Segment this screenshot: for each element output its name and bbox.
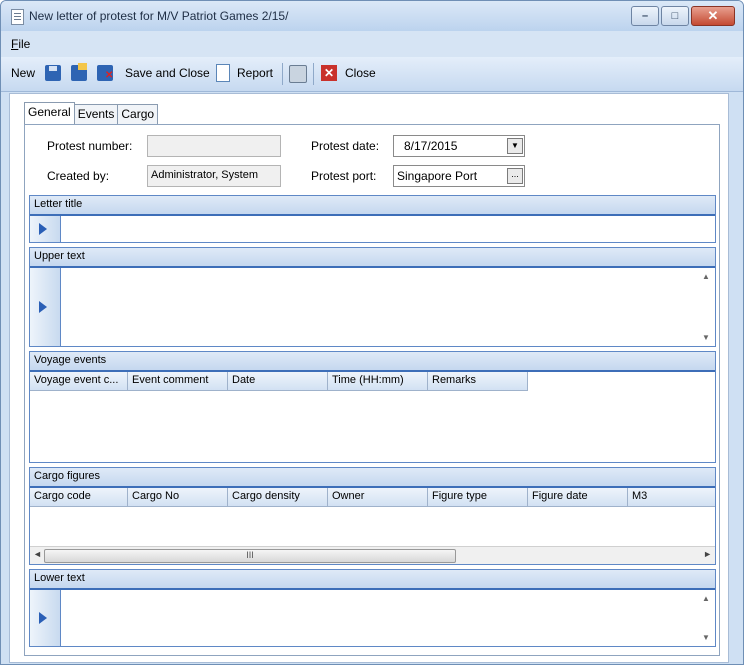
scroll-up-icon[interactable]: ▲ [702, 594, 710, 603]
lower-text-heading: Lower text [34, 572, 85, 584]
column-voyage-event-code[interactable]: Voyage event c... [30, 372, 128, 390]
minimize-icon: – [641, 10, 649, 22]
column-figure-type[interactable]: Figure type [428, 488, 528, 506]
window-title: New letter of protest for M/V Patriot Ga… [29, 9, 289, 23]
lower-text-scrollbar[interactable]: ▲ ▼ [698, 592, 715, 644]
voyage-events-section: Voyage events Voyage event c... Event co… [29, 351, 716, 463]
column-owner[interactable]: Owner [328, 488, 428, 506]
letter-title-header: Letter title [30, 196, 715, 216]
created-by-value: Administrator, System [151, 169, 258, 181]
maximize-icon: □ [671, 10, 679, 22]
lower-text-header: Lower text [30, 570, 715, 590]
tab-strip: General Events Cargo [24, 102, 159, 125]
voyage-events-heading: Voyage events [34, 354, 107, 366]
document-icon [11, 9, 24, 25]
form-client-area: General Events Cargo Protest number: Cre… [9, 93, 729, 663]
column-cargo-code[interactable]: Cargo code [30, 488, 128, 506]
minimize-button[interactable]: – [631, 6, 659, 26]
close-red-icon[interactable]: ✕ [321, 65, 337, 81]
cargo-figures-section: Cargo figures Cargo code Cargo No Cargo … [29, 467, 716, 565]
browse-ellipsis-button[interactable]: ... [507, 168, 523, 184]
arrow-right-icon [39, 612, 47, 624]
general-tab-page: Protest number: Created by: Administrato… [24, 124, 720, 656]
voyage-events-column-headers: Voyage event c... Event comment Date Tim… [30, 372, 528, 391]
report-button[interactable]: Report [237, 66, 273, 80]
close-button[interactable]: Close [345, 66, 376, 80]
created-by-label: Created by: [47, 169, 110, 183]
upper-text-editor[interactable]: ▲ ▼ [30, 268, 715, 346]
report-icon[interactable] [216, 64, 230, 82]
cargo-figures-column-headers: Cargo code Cargo No Cargo density Owner … [30, 488, 715, 507]
tab-cargo[interactable]: Cargo [117, 104, 159, 125]
menu-file[interactable]: File [11, 37, 30, 51]
column-cargo-density[interactable]: Cargo density [228, 488, 328, 506]
cargo-figures-grid[interactable]: Cargo code Cargo No Cargo density Owner … [30, 488, 715, 564]
protest-port-value: Singapore Port [397, 169, 478, 183]
new-button[interactable]: New [11, 66, 35, 80]
column-figure-date[interactable]: Figure date [528, 488, 628, 506]
cargo-figures-heading: Cargo figures [34, 470, 101, 482]
upper-text-header: Upper text [30, 248, 715, 268]
arrow-right-icon [39, 223, 47, 235]
protest-date-picker[interactable]: 8/17/2015 ▼ [393, 135, 525, 157]
toolbar: New Save and Close Report ✕ Close [1, 57, 743, 92]
lower-text-insert-arrow[interactable] [30, 590, 61, 646]
upper-text-insert-arrow[interactable] [30, 268, 61, 346]
cargo-grid-hscrollbar[interactable]: ◄ III ► [30, 546, 715, 564]
save-icon[interactable] [45, 65, 61, 81]
close-window-button[interactable]: ✕ [691, 6, 735, 26]
lower-text-editor[interactable]: ▲ ▼ [30, 590, 715, 646]
arrow-right-icon [39, 301, 47, 313]
letter-title-editor[interactable] [30, 216, 715, 242]
menu-bar: File [1, 31, 743, 57]
protest-date-label: Protest date: [311, 139, 380, 153]
column-event-comment[interactable]: Event comment [128, 372, 228, 390]
letter-title-heading: Letter title [34, 198, 83, 210]
scroll-right-icon[interactable]: ► [703, 549, 712, 559]
upper-text-scrollbar[interactable]: ▲ ▼ [698, 270, 715, 344]
letter-title-section: Letter title [29, 195, 716, 243]
letter-of-protest-window: New letter of protest for M/V Patriot Ga… [0, 0, 744, 665]
upper-text-section: Upper text ▲ ▼ [29, 247, 716, 347]
created-by-field: Administrator, System [147, 165, 281, 187]
scroll-left-icon[interactable]: ◄ [33, 549, 42, 559]
protest-number-field [147, 135, 281, 157]
column-remarks[interactable]: Remarks [428, 372, 528, 390]
tab-general[interactable]: General [24, 102, 75, 125]
voyage-events-header: Voyage events [30, 352, 715, 372]
voyage-events-grid[interactable]: Voyage event c... Event comment Date Tim… [30, 372, 715, 462]
tab-events[interactable]: Events [73, 104, 119, 125]
protest-port-label: Protest port: [311, 169, 377, 183]
maximize-button[interactable]: □ [661, 6, 689, 26]
protest-port-field[interactable]: Singapore Port ... [393, 165, 525, 187]
save-new-icon[interactable] [71, 63, 87, 81]
scroll-thumb[interactable]: III [44, 549, 456, 563]
column-date[interactable]: Date [228, 372, 328, 390]
title-bar: New letter of protest for M/V Patriot Ga… [1, 1, 743, 31]
chevron-down-icon[interactable]: ▼ [507, 138, 523, 154]
letter-title-insert-arrow[interactable] [30, 216, 61, 242]
upper-text-heading: Upper text [34, 250, 85, 262]
save-and-close-icon[interactable] [97, 65, 113, 81]
scroll-down-icon[interactable]: ▼ [702, 333, 710, 342]
column-time[interactable]: Time (HH:mm) [328, 372, 428, 390]
print-icon[interactable] [289, 65, 307, 83]
save-and-close-button[interactable]: Save and Close [125, 66, 210, 80]
protest-number-label: Protest number: [47, 139, 133, 153]
toolbar-separator [313, 63, 314, 85]
close-icon: ✕ [707, 8, 719, 23]
column-m3[interactable]: M3 [628, 488, 715, 506]
protest-date-value: 8/17/2015 [404, 139, 458, 153]
scroll-down-icon[interactable]: ▼ [702, 633, 710, 642]
lower-text-section: Lower text ▲ ▼ [29, 569, 716, 647]
cargo-figures-header: Cargo figures [30, 468, 715, 488]
scroll-up-icon[interactable]: ▲ [702, 272, 710, 281]
column-cargo-no[interactable]: Cargo No [128, 488, 228, 506]
toolbar-separator [282, 63, 283, 85]
